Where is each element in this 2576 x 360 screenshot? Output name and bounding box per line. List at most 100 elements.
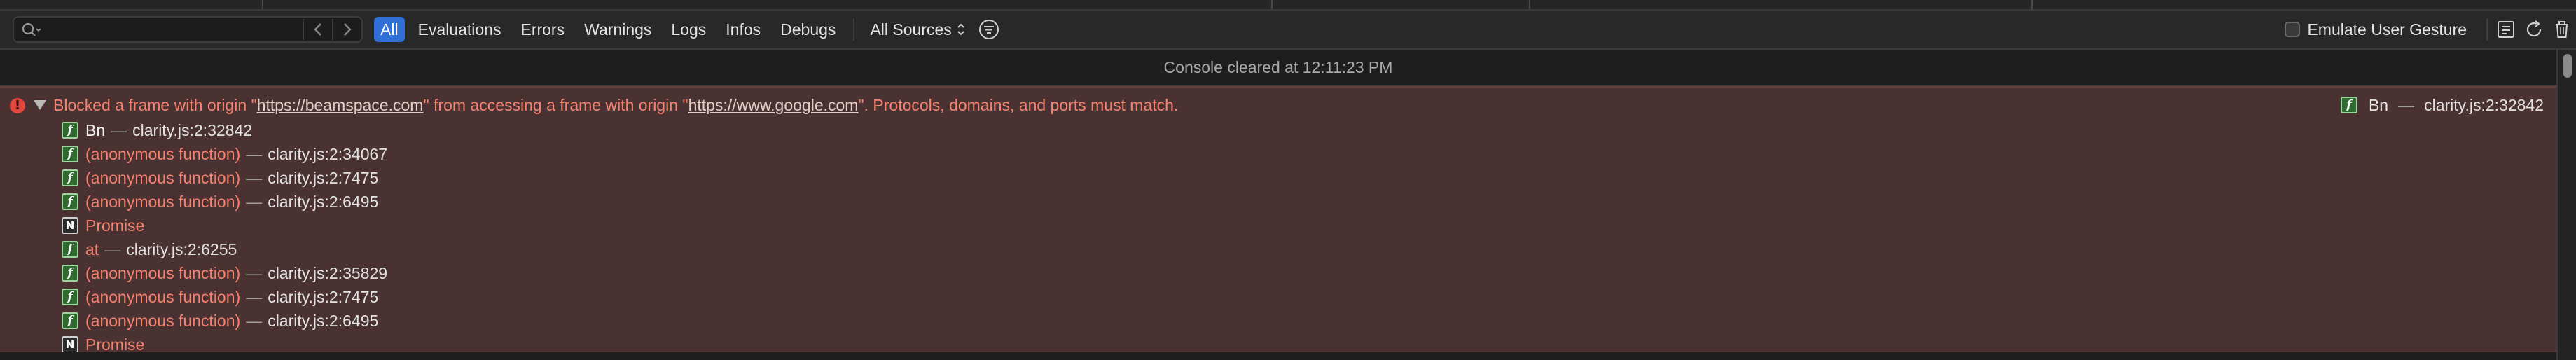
console-actions: Emulate User Gesture [2285, 16, 2576, 43]
frame-location[interactable]: clarity.js:2:6495 [268, 309, 378, 333]
disclosure-triangle-icon[interactable] [34, 100, 46, 110]
native-badge-icon: N [62, 217, 78, 234]
frame-name: (anonymous function) [85, 264, 241, 282]
frame-name: (anonymous function) [85, 288, 241, 306]
separator: — [104, 240, 121, 258]
console-bottom-edge [0, 352, 2556, 360]
function-badge-icon: f [62, 241, 78, 258]
tab-separator [262, 0, 263, 9]
stack-frame[interactable]: f (anonymous function) — clarity.js:2:64… [62, 309, 387, 333]
filter-evaluations[interactable]: Evaluations [412, 17, 508, 42]
stack-frame[interactable]: f (anonymous function) — clarity.js:2:34… [62, 142, 387, 166]
error-source-link[interactable]: f Bn — clarity.js:2:32842 [2340, 93, 2544, 117]
filter-debugs[interactable]: Debugs [774, 17, 842, 42]
console-filter-bar: All Evaluations Errors Warnings Logs Inf… [0, 11, 2576, 50]
stack-frame[interactable]: f (anonymous function) — clarity.js:2:35… [62, 261, 387, 285]
divider [2486, 18, 2488, 41]
function-badge-icon: f [62, 169, 78, 186]
sources-label: All Sources [870, 20, 952, 39]
frame-name: at [85, 240, 99, 258]
function-badge-icon: f [62, 289, 78, 305]
vertical-scrollbar[interactable] [2556, 50, 2576, 360]
filter-errors[interactable]: Errors [514, 17, 571, 42]
stack-frame[interactable]: f Bn — clarity.js:2:32842 [62, 118, 387, 142]
trash-icon [2556, 21, 2568, 38]
source-location: clarity.js:2:32842 [2424, 96, 2544, 114]
previous-match-button[interactable] [303, 19, 332, 40]
forward-arrow-icon [344, 23, 352, 36]
error-icon: ! [10, 98, 25, 113]
tab-separator [1529, 0, 1530, 9]
filter-icon[interactable] [977, 18, 1001, 41]
native-badge-icon: N [62, 336, 78, 352]
separator: — [246, 288, 263, 306]
stack-frame[interactable]: f (anonymous function) — clarity.js:2:74… [62, 285, 387, 309]
search-icon [22, 22, 41, 36]
sources-dropdown[interactable]: All Sources [866, 20, 969, 39]
error-header[interactable]: ! Blocked a frame with origin "https://b… [0, 93, 2556, 117]
emulate-user-gesture-checkbox[interactable] [2285, 22, 2301, 37]
next-match-button[interactable] [332, 19, 361, 40]
function-badge-icon: f [2340, 97, 2357, 113]
frame-location[interactable]: clarity.js:2:35829 [268, 261, 387, 285]
stack-frame[interactable]: f at — clarity.js:2:6255 [62, 237, 387, 261]
preserve-log-button[interactable] [2492, 16, 2520, 43]
separator: — [246, 312, 263, 330]
stack-frame[interactable]: f (anonymous function) — clarity.js:2:64… [62, 190, 387, 214]
scrollbar-thumb[interactable] [2563, 54, 2572, 78]
filter-logs[interactable]: Logs [665, 17, 712, 42]
divider [853, 18, 855, 41]
tab-separator [2031, 0, 2033, 9]
frame-name: Promise [85, 335, 145, 352]
search-input[interactable] [45, 19, 300, 41]
frame-location[interactable]: clarity.js:2:6255 [126, 237, 237, 261]
reload-icon [2526, 20, 2542, 37]
level-filters: All Evaluations Errors Warnings Logs Inf… [374, 16, 1001, 43]
console-cleared-message: Console cleared at 12:11:23 PM [0, 50, 2556, 86]
frame-location[interactable]: clarity.js:2:32842 [132, 118, 252, 142]
function-badge-icon: f [62, 146, 78, 162]
error-text-part: ". Protocols, domains, and ports must ma… [858, 96, 1179, 114]
stack-frame[interactable]: N Promise [62, 333, 387, 352]
frame-location[interactable]: clarity.js:2:6495 [268, 190, 378, 214]
function-badge-icon: f [62, 122, 78, 139]
reload-button[interactable] [2520, 16, 2548, 43]
function-badge-icon: f [62, 193, 78, 210]
function-badge-icon: f [62, 265, 78, 282]
separator: — [2398, 96, 2415, 114]
chevron-updown-icon [957, 23, 964, 36]
stack-trace: f Bn — clarity.js:2:32842 f (anonymous f… [62, 118, 387, 352]
tab-separator [1271, 0, 1273, 9]
frame-name: (anonymous function) [85, 169, 241, 187]
filter-all[interactable]: All [374, 17, 405, 42]
frame-location[interactable]: clarity.js:2:34067 [268, 142, 387, 166]
frame-name: Promise [85, 216, 145, 235]
error-text-part: Blocked a frame with origin " [53, 96, 257, 114]
separator: — [246, 193, 263, 211]
error-message: ! Blocked a frame with origin "https://b… [0, 86, 2556, 352]
frame-name: (anonymous function) [85, 145, 241, 163]
separator: — [246, 145, 263, 163]
frame-name: (anonymous function) [85, 193, 241, 211]
frame-name: (anonymous function) [85, 312, 241, 330]
filter-infos[interactable]: Infos [719, 17, 767, 42]
stack-frame[interactable]: f (anonymous function) — clarity.js:2:74… [62, 166, 387, 190]
filter-warnings[interactable]: Warnings [578, 17, 658, 42]
emulate-user-gesture-label: Emulate User Gesture [2307, 20, 2467, 39]
frame-name: Bn [85, 121, 106, 139]
frame-location[interactable]: clarity.js:2:7475 [268, 166, 378, 190]
origin-link-2[interactable]: https://www.google.com [688, 96, 859, 114]
frame-location[interactable]: clarity.js:2:7475 [268, 285, 378, 309]
error-text-part: " from accessing a frame with origin " [423, 96, 688, 114]
search-field[interactable] [13, 16, 363, 43]
back-arrow-icon [314, 23, 321, 36]
stack-frame[interactable]: N Promise [62, 214, 387, 237]
tab-strip [0, 0, 2576, 11]
function-badge-icon: f [62, 312, 78, 329]
origin-link-1[interactable]: https://beamspace.com [257, 96, 424, 114]
error-text: Blocked a frame with origin "https://bea… [53, 93, 1178, 117]
separator: — [111, 121, 127, 139]
source-function: Bn [2368, 96, 2389, 114]
clear-console-button[interactable] [2548, 16, 2576, 43]
separator: — [246, 264, 263, 282]
